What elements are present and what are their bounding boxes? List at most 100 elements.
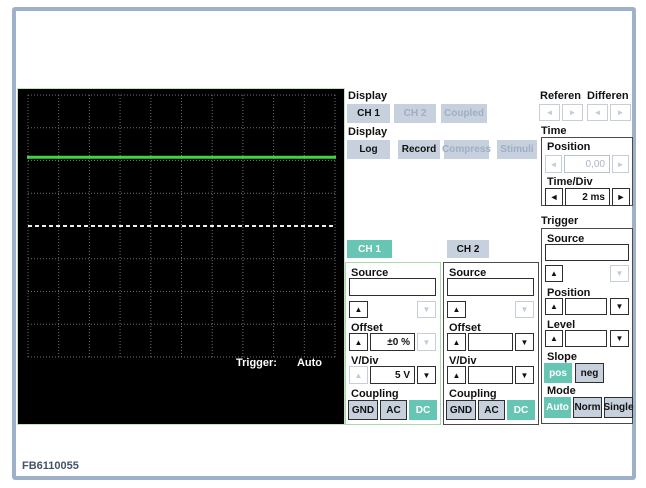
- left-arrow-icon: ◄: [550, 160, 558, 169]
- up-arrow-icon: ▲: [550, 334, 558, 343]
- ch1-vdiv-field[interactable]: 5 V: [370, 366, 415, 384]
- time-per-div-decrement-button[interactable]: ◄: [545, 188, 563, 206]
- ch2-source-down-button[interactable]: ▼: [515, 301, 534, 318]
- down-arrow-icon: ▼: [616, 269, 624, 278]
- ch2-coupling-gnd-button[interactable]: GND: [446, 400, 476, 420]
- display-mode-group-label: Display: [348, 126, 387, 138]
- time-position-decrement-button[interactable]: ◄: [545, 155, 562, 173]
- trigger-position-up-button[interactable]: ▲: [545, 298, 563, 315]
- trigger-source-down-button[interactable]: ▼: [610, 265, 629, 282]
- right-arrow-icon: ►: [617, 192, 626, 202]
- down-arrow-icon: ▼: [616, 302, 624, 311]
- up-arrow-icon: ▲: [453, 338, 461, 347]
- time-position-field[interactable]: 0,00: [564, 155, 610, 173]
- difference-prev-button[interactable]: ◄: [587, 104, 608, 121]
- trigger-status: Trigger: Auto: [236, 357, 322, 369]
- left-arrow-icon: ◄: [546, 108, 554, 117]
- display-compress-button[interactable]: Compress: [444, 140, 489, 159]
- ch2-source-up-button[interactable]: ▲: [447, 301, 466, 318]
- time-per-div-increment-button[interactable]: ►: [612, 188, 630, 206]
- down-arrow-icon: ▼: [423, 371, 431, 380]
- trigger-position-field[interactable]: [565, 298, 607, 315]
- time-per-div-field[interactable]: 2 ms: [565, 188, 610, 206]
- trigger-status-value: Auto: [297, 357, 322, 369]
- trigger-mode-label: Mode: [547, 385, 576, 397]
- time-position-increment-button[interactable]: ►: [612, 155, 629, 173]
- down-arrow-icon: ▼: [423, 305, 431, 314]
- trigger-slope-neg-button[interactable]: neg: [575, 363, 604, 383]
- up-arrow-icon: ▲: [355, 305, 363, 314]
- display-record-button[interactable]: Record: [398, 140, 440, 159]
- down-arrow-icon: ▼: [521, 371, 529, 380]
- down-arrow-icon: ▼: [616, 334, 624, 343]
- display-ch2-button[interactable]: CH 2: [394, 104, 436, 123]
- difference-group-label: Differen: [587, 90, 629, 102]
- trigger-status-label: Trigger:: [236, 357, 277, 369]
- difference-next-button[interactable]: ►: [610, 104, 631, 121]
- ch1-coupling-label: Coupling: [351, 388, 399, 400]
- reference-prev-button[interactable]: ◄: [539, 104, 560, 121]
- ch1-coupling-gnd-button[interactable]: GND: [348, 400, 378, 420]
- ch1-offset-down-button[interactable]: ▼: [417, 333, 436, 351]
- trigger-mode-single-button[interactable]: Single: [604, 397, 633, 418]
- scope-display: Trigger: Auto: [17, 88, 345, 425]
- ch1-source-down-button[interactable]: ▼: [417, 301, 436, 318]
- right-arrow-icon: ►: [617, 108, 625, 117]
- ch1-offset-field[interactable]: ±0 %: [370, 333, 415, 351]
- ch2-source-field[interactable]: [447, 278, 534, 296]
- ch2-vdiv-down-button[interactable]: ▼: [515, 366, 534, 384]
- figure-code: FB6110055: [22, 460, 79, 472]
- trigger-slope-pos-button[interactable]: pos: [544, 363, 572, 383]
- trigger-mode-auto-button[interactable]: Auto: [544, 397, 571, 418]
- ch1-tab-button[interactable]: CH 1: [347, 240, 392, 258]
- ch2-offset-field[interactable]: [468, 333, 513, 351]
- left-arrow-icon: ◄: [594, 108, 602, 117]
- up-arrow-icon: ▲: [355, 338, 363, 347]
- ch2-tab-button[interactable]: CH 2: [447, 240, 489, 258]
- ch2-vdiv-field[interactable]: [468, 366, 513, 384]
- ch1-vdiv-down-button[interactable]: ▼: [417, 366, 436, 384]
- ch2-offset-up-button[interactable]: ▲: [447, 333, 466, 351]
- trigger-position-down-button[interactable]: ▼: [610, 298, 629, 315]
- left-arrow-icon: ◄: [550, 192, 559, 202]
- ch2-coupling-dc-button[interactable]: DC: [507, 400, 535, 420]
- ch1-source-up-button[interactable]: ▲: [349, 301, 368, 318]
- time-per-div-label: Time/Div: [547, 176, 593, 188]
- display-log-button[interactable]: Log: [347, 140, 390, 159]
- ch2-vdiv-up-button[interactable]: ▲: [447, 366, 466, 384]
- trigger-source-field[interactable]: [545, 244, 629, 261]
- right-arrow-icon: ►: [617, 160, 625, 169]
- trigger-level-up-button[interactable]: ▲: [545, 330, 563, 347]
- ch2-coupling-label: Coupling: [449, 388, 497, 400]
- display-stimuli-button[interactable]: Stimuli: [497, 140, 537, 159]
- trigger-source-up-button[interactable]: ▲: [545, 265, 563, 282]
- display-channel-group-label: Display: [348, 90, 387, 102]
- trigger-mode-norm-button[interactable]: Norm: [573, 397, 602, 418]
- ch2-coupling-ac-button[interactable]: AC: [478, 400, 505, 420]
- down-arrow-icon: ▼: [521, 305, 529, 314]
- display-coupled-button[interactable]: Coupled: [441, 104, 487, 123]
- reference-group-label: Referen: [540, 90, 581, 102]
- trigger-slope-label: Slope: [547, 351, 577, 363]
- ch1-source-field[interactable]: [349, 278, 436, 296]
- time-group-label: Time: [541, 125, 566, 137]
- down-arrow-icon: ▼: [423, 338, 431, 347]
- up-arrow-icon: ▲: [453, 305, 461, 314]
- down-arrow-icon: ▼: [521, 338, 529, 347]
- scope-grid-svg: [18, 89, 344, 424]
- trigger-level-field[interactable]: [565, 330, 607, 347]
- up-arrow-icon: ▲: [453, 371, 461, 380]
- trigger-group-label: Trigger: [541, 215, 578, 227]
- reference-next-button[interactable]: ►: [562, 104, 583, 121]
- ch1-coupling-ac-button[interactable]: AC: [380, 400, 407, 420]
- up-arrow-icon: ▲: [550, 269, 558, 278]
- ch1-coupling-dc-button[interactable]: DC: [409, 400, 437, 420]
- ch1-offset-up-button[interactable]: ▲: [349, 333, 368, 351]
- trigger-level-down-button[interactable]: ▼: [610, 330, 629, 347]
- ch1-vdiv-up-button[interactable]: ▲: [349, 366, 368, 384]
- ch2-offset-down-button[interactable]: ▼: [515, 333, 534, 351]
- display-ch1-button[interactable]: CH 1: [347, 104, 390, 123]
- up-arrow-icon: ▲: [355, 371, 363, 380]
- up-arrow-icon: ▲: [550, 302, 558, 311]
- right-arrow-icon: ►: [569, 108, 577, 117]
